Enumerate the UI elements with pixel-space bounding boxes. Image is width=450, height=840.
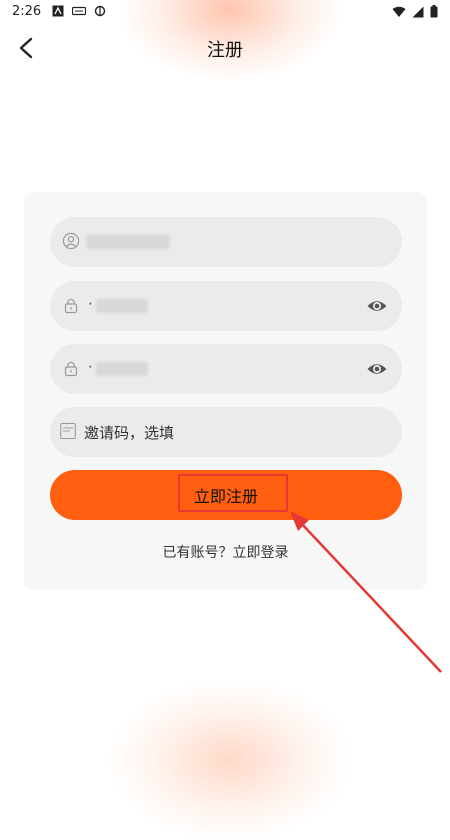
status-left-icons [52,5,106,17]
password-field[interactable]: · [50,281,402,331]
header: 注册 [0,26,450,70]
register-button[interactable]: 立即注册 [50,470,402,520]
invite-code-input[interactable] [82,420,386,446]
bottom-glow-decoration [110,680,350,840]
notification-icon [94,5,106,17]
confirm-password-field[interactable]: · [50,344,402,394]
confirm-password-value: · [88,358,93,376]
a-icon [52,5,64,17]
login-link[interactable]: 已有账号？立即登录 [24,542,427,562]
sim-icon [72,6,86,16]
user-icon [62,232,80,250]
battery-icon [430,5,438,18]
username-redacted [86,235,170,249]
password-value: · [88,295,93,313]
register-button-label: 立即注册 [193,487,258,506]
lock-icon [64,361,78,377]
username-field[interactable] [50,217,402,267]
status-bar: 2:26 [0,0,450,24]
status-right-icons [392,5,438,18]
page-title: 注册 [207,40,243,61]
wifi-icon [392,6,406,17]
confirm-password-redacted [96,362,148,376]
signal-icon [412,6,424,17]
password-redacted [96,299,148,313]
lock-icon [64,298,78,314]
invite-code-field[interactable] [50,407,402,457]
register-card: · · 立即注册 已有 [24,192,427,590]
eye-icon[interactable] [366,296,388,316]
eye-icon[interactable] [366,359,388,379]
invite-icon [60,422,76,440]
status-time: 2:26 [12,4,42,19]
